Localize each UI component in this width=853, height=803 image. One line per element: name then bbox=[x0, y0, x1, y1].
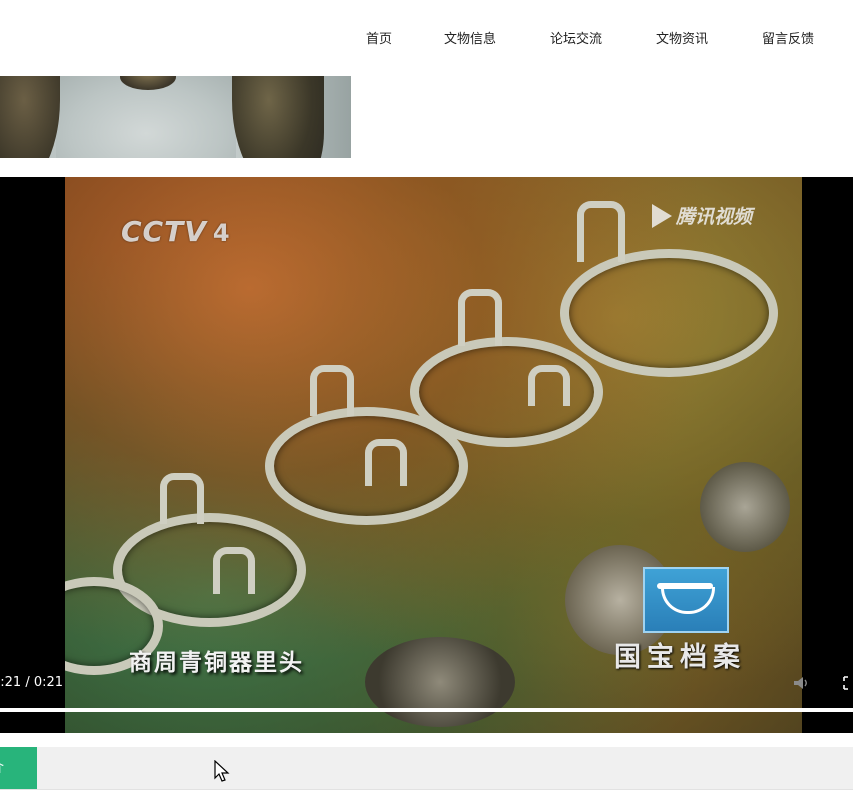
video-progress-bar[interactable] bbox=[0, 708, 853, 712]
bronze-vessel-left bbox=[0, 76, 60, 158]
bronze-pot-handle bbox=[310, 365, 354, 416]
play-logo-icon bbox=[652, 203, 672, 228]
bronze-pot-handle bbox=[528, 365, 570, 406]
nav-item-relic-news[interactable]: 文物资讯 bbox=[656, 28, 708, 47]
nav-item-forum[interactable]: 论坛交流 bbox=[550, 28, 602, 47]
bronze-pot-handle bbox=[577, 201, 625, 262]
mouse-cursor-icon bbox=[214, 760, 230, 782]
video-frame[interactable]: CCTV 4 腾讯视频 国宝档案 商周青铜器里头 bbox=[65, 177, 802, 733]
cctv4-logo: CCTV 4 bbox=[121, 215, 231, 248]
video-subtitle: 商周青铜器里头 bbox=[129, 650, 304, 676]
program-title: 国宝档案 bbox=[614, 642, 746, 673]
tab-bar: 介 bbox=[0, 747, 853, 790]
cctv-channel-number: 4 bbox=[212, 219, 231, 247]
nav-item-feedback[interactable]: 留言反馈 bbox=[762, 28, 814, 47]
tencent-video-watermark: 腾讯视频 bbox=[652, 202, 752, 229]
cctv-logo-text: CCTV bbox=[121, 215, 207, 248]
bronze-jar bbox=[700, 462, 790, 552]
bronze-pot-rim bbox=[560, 249, 778, 377]
video-player[interactable]: CCTV4 腾讯视频 国宝档案 商周青铜器里头 0:21 / 0:21 bbox=[0, 177, 853, 733]
bronze-pot-handle bbox=[365, 439, 407, 486]
nav-item-home[interactable]: 首页 bbox=[366, 28, 392, 47]
volume-icon[interactable] bbox=[793, 676, 809, 690]
time-display: 0:21 / 0:21 bbox=[0, 675, 64, 690]
guobao-program-icon bbox=[643, 567, 729, 633]
bronze-pot-handle bbox=[213, 547, 255, 594]
bronze-vessel-right bbox=[232, 76, 324, 158]
bronze-jar bbox=[365, 637, 515, 727]
tab-introduction[interactable]: 介 bbox=[0, 747, 37, 789]
top-navigation: 首页 文物信息 论坛交流 文物资讯 留言反馈 bbox=[0, 0, 853, 76]
banner-image bbox=[0, 76, 351, 158]
watermark-text: 腾讯视频 bbox=[676, 206, 753, 228]
nav-item-relic-info[interactable]: 文物信息 bbox=[444, 28, 496, 47]
bronze-pot-handle bbox=[458, 289, 502, 346]
bronze-pot-handle bbox=[160, 473, 204, 524]
fullscreen-icon[interactable] bbox=[843, 676, 853, 690]
